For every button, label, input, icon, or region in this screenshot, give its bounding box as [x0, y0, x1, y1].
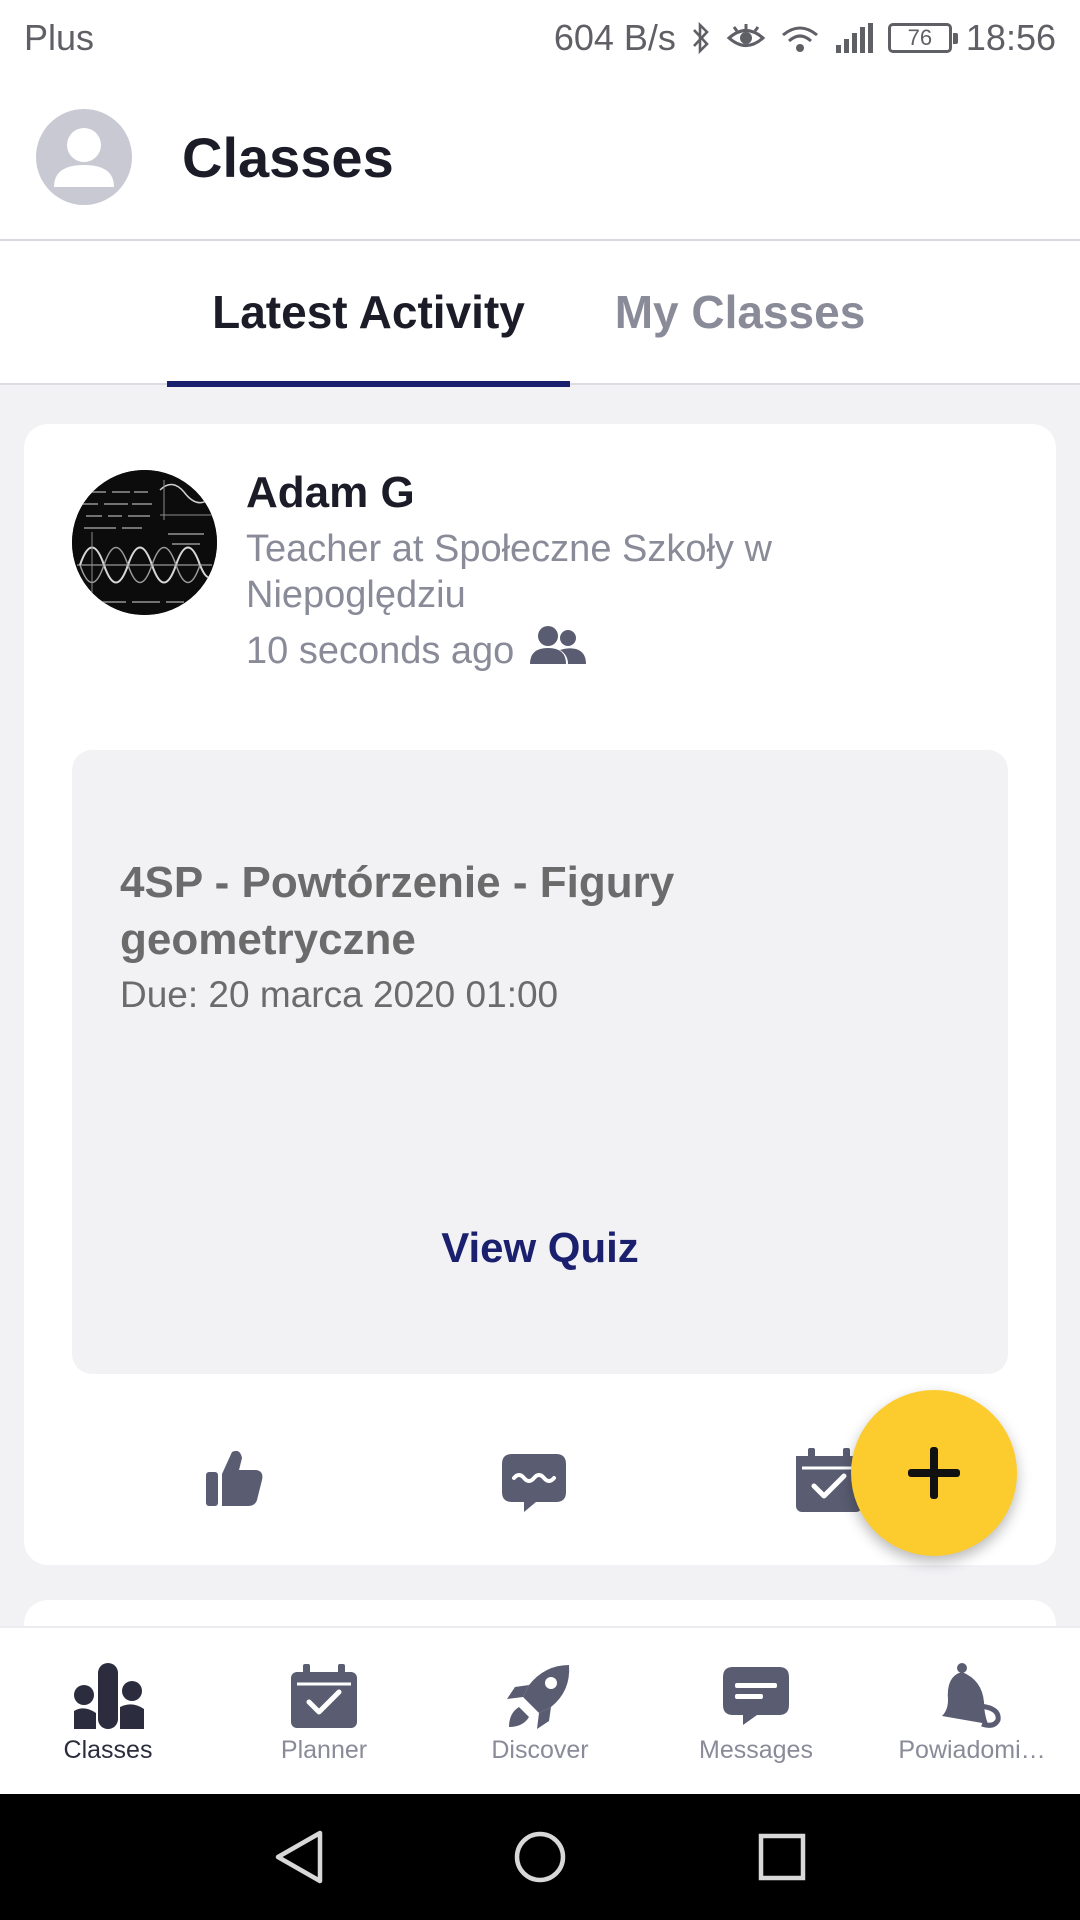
eye-comfort-icon	[726, 23, 766, 53]
nav-item-planner[interactable]: Planner	[216, 1628, 432, 1796]
wifi-icon	[780, 23, 820, 53]
group-icon	[530, 624, 587, 678]
page-title: Classes	[182, 125, 394, 189]
tab-label: Latest Activity	[212, 286, 525, 338]
activity-card: Adam G Teacher at Społeczne Szkoły w Nie…	[24, 424, 1056, 1565]
post-time: 10 seconds ago	[246, 629, 515, 672]
nav-label: Messages	[699, 1736, 813, 1764]
nav-label: Classes	[63, 1736, 153, 1764]
app-header: Classes	[0, 75, 1080, 241]
bottom-nav: Classes Planner Discover Messages Powiad…	[0, 1626, 1080, 1794]
nav-item-classes[interactable]: Classes	[0, 1628, 216, 1796]
back-triangle-icon	[275, 1830, 323, 1884]
status-indicators: 604 B/s 76 18:56	[554, 17, 1056, 59]
comment-button[interactable]	[500, 1452, 568, 1519]
system-recents-button[interactable]	[754, 1827, 810, 1892]
comment-icon	[502, 1454, 566, 1512]
nav-item-messages[interactable]: Messages	[648, 1628, 864, 1796]
messages-icon	[648, 1658, 864, 1734]
tab-label: My Classes	[614, 286, 866, 338]
bluetooth-icon	[690, 21, 712, 55]
rocket-icon	[432, 1658, 648, 1734]
author-name[interactable]: Adam G	[246, 468, 415, 518]
system-back-button[interactable]	[270, 1827, 326, 1892]
carrier-name: Plus	[24, 16, 95, 58]
nav-item-discover[interactable]: Discover	[432, 1628, 648, 1796]
nav-label: Planner	[280, 1736, 368, 1764]
quiz-attachment[interactable]: 4SP - Powtórzenie - Figury geometryczne …	[72, 750, 1008, 1374]
battery-icon: 76	[887, 22, 958, 53]
like-button[interactable]	[204, 1446, 264, 1513]
tab-bar: Latest Activity My Classes	[0, 241, 1080, 387]
active-tab-indicator	[167, 381, 570, 387]
nav-label: Powiadomi…	[898, 1736, 1046, 1764]
nav-label: Discover	[491, 1736, 589, 1764]
nav-item-notifications[interactable]: Powiadomi…	[864, 1628, 1080, 1796]
view-quiz-link[interactable]: View Quiz	[72, 1224, 1008, 1272]
recents-square-icon	[758, 1833, 806, 1881]
author-avatar[interactable]	[72, 470, 217, 615]
bell-icon	[864, 1658, 1080, 1734]
home-circle-icon	[514, 1831, 566, 1883]
planner-icon	[216, 1658, 432, 1734]
tab-my-classes[interactable]: My Classes	[600, 241, 880, 383]
system-nav-bar	[0, 1794, 1080, 1920]
battery-level: 76	[907, 24, 933, 50]
user-placeholder-icon	[54, 128, 114, 187]
classes-icon	[0, 1658, 216, 1734]
like-icon	[206, 1450, 263, 1506]
plus-icon	[908, 1447, 960, 1499]
add-fab-button[interactable]	[851, 1390, 1017, 1556]
quiz-title: 4SP - Powtórzenie - Figury geometryczne	[120, 858, 675, 964]
tab-latest-activity[interactable]: Latest Activity	[167, 241, 570, 387]
quiz-due-date: Due: 20 marca 2020 01:00	[120, 974, 559, 1015]
clock: 18:56	[965, 16, 1056, 58]
math-chalkboard-image	[72, 470, 217, 615]
post-meta: 10 seconds ago	[246, 624, 587, 678]
status-bar: Plus 604 B/s 76 18:56	[0, 0, 1080, 75]
signal-icon	[834, 22, 874, 53]
user-avatar[interactable]	[36, 109, 132, 205]
author-role: Teacher at Społeczne Szkoły w Niepoględz…	[246, 528, 772, 616]
system-home-button[interactable]	[512, 1827, 568, 1892]
network-speed: 604 B/s	[553, 16, 676, 58]
